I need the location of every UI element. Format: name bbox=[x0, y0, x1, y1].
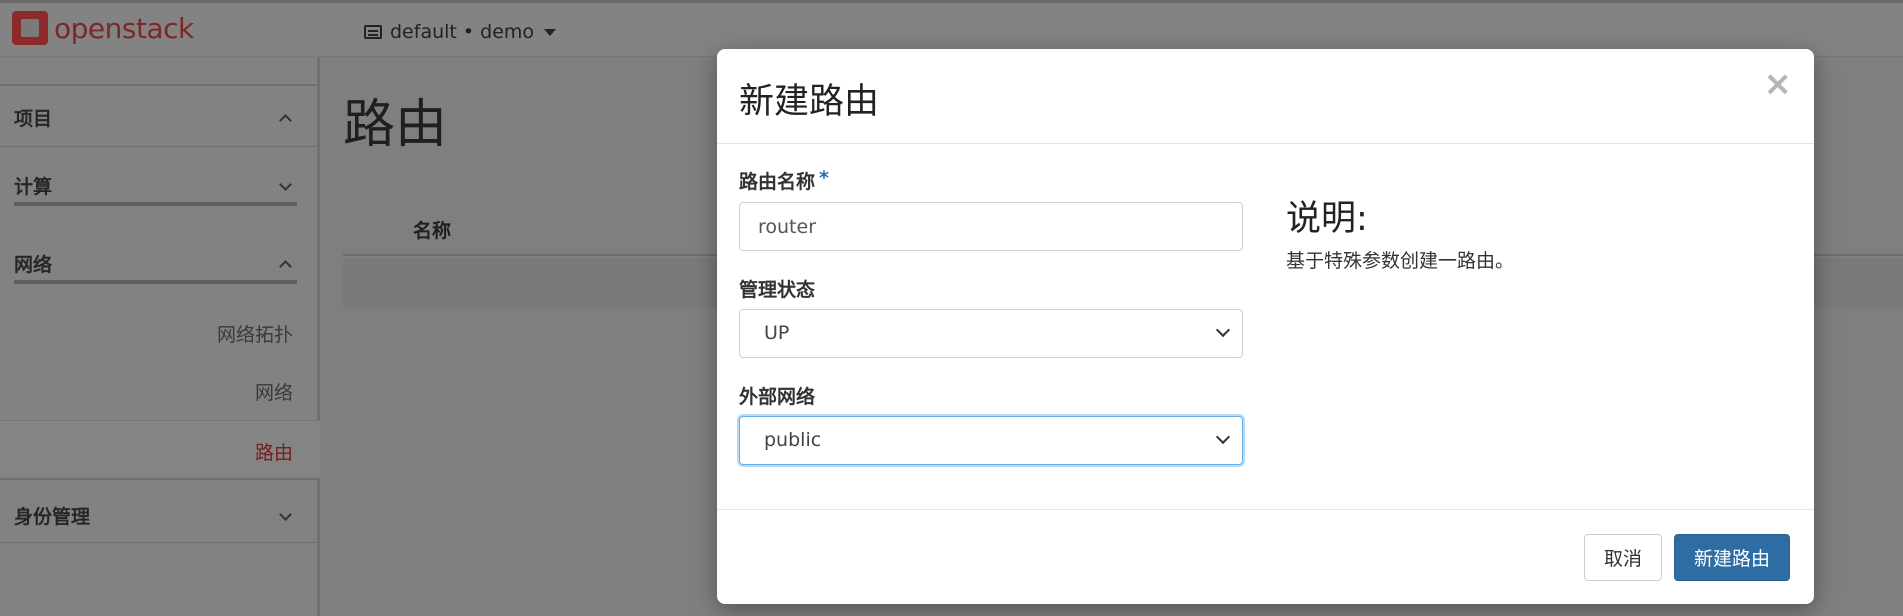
sidebar-section-underline bbox=[14, 280, 297, 284]
router-name-input[interactable] bbox=[739, 202, 1243, 251]
sidebar: 项目 计算 网络 网络拓扑 网络 路由 身份管理 bbox=[0, 58, 320, 616]
cancel-button[interactable]: 取消 bbox=[1584, 534, 1662, 581]
admin-state-select[interactable]: UP bbox=[739, 309, 1243, 358]
router-name-label: 路由名称 * bbox=[739, 167, 829, 194]
chevron-up-icon bbox=[279, 260, 292, 273]
external-network-select[interactable]: public bbox=[739, 416, 1243, 465]
sidebar-section-project[interactable]: 项目 bbox=[0, 86, 320, 146]
sidebar-divider bbox=[0, 542, 320, 543]
chevron-down-icon bbox=[279, 178, 292, 191]
sidebar-section-label: 身份管理 bbox=[14, 506, 91, 528]
router-name-label-text: 路由名称 bbox=[739, 171, 816, 193]
modal-header: 新建路由 × bbox=[717, 49, 1814, 144]
sidebar-section-label: 网络 bbox=[14, 254, 53, 276]
sidebar-section-underline bbox=[14, 202, 297, 206]
create-router-button[interactable]: 新建路由 bbox=[1674, 534, 1790, 581]
chevron-down-icon bbox=[1215, 322, 1231, 338]
project-switcher-label: default • demo bbox=[390, 21, 535, 43]
sidebar-section-label: 项目 bbox=[14, 108, 53, 130]
sidebar-section-network[interactable]: 网络 bbox=[0, 232, 320, 292]
chevron-down-icon bbox=[279, 508, 292, 521]
sidebar-item-routers[interactable]: 路由 bbox=[255, 438, 293, 465]
openstack-logo-icon bbox=[12, 11, 48, 45]
admin-state-value: UP bbox=[764, 322, 790, 344]
caret-down-icon bbox=[544, 28, 557, 36]
close-icon[interactable]: × bbox=[1764, 67, 1793, 101]
required-marker: * bbox=[819, 167, 829, 189]
openstack-logo[interactable]: openstack bbox=[12, 11, 194, 45]
sidebar-item-networks[interactable]: 网络 bbox=[255, 378, 293, 405]
project-switcher[interactable]: default • demo bbox=[364, 21, 557, 43]
sidebar-section-identity[interactable]: 身份管理 bbox=[0, 484, 320, 544]
column-header-name[interactable]: 名称 bbox=[413, 216, 451, 243]
external-network-value: public bbox=[764, 429, 822, 451]
page-title: 路由 bbox=[343, 95, 448, 155]
sidebar-section-label: 计算 bbox=[14, 176, 53, 198]
sidebar-section-compute[interactable]: 计算 bbox=[0, 154, 320, 214]
chevron-down-icon bbox=[1215, 429, 1231, 445]
modal-footer: 取消 新建路由 bbox=[717, 509, 1814, 604]
create-router-modal: 新建路由 × 路由名称* 管理状态 UP 外部网络 public 说明: 基于特… bbox=[717, 49, 1814, 604]
sidebar-divider bbox=[0, 146, 320, 147]
project-list-icon bbox=[364, 25, 382, 39]
help-text: 基于特殊参数创建一路由。 bbox=[1286, 250, 1515, 272]
modal-title: 新建路由 bbox=[739, 82, 880, 122]
admin-state-label: 管理状态 bbox=[739, 279, 816, 301]
logo-text: openstack bbox=[54, 11, 194, 45]
sidebar-item-network-topology[interactable]: 网络拓扑 bbox=[217, 320, 293, 347]
chevron-up-icon bbox=[279, 114, 292, 127]
external-network-label: 外部网络 bbox=[739, 386, 816, 408]
help-title: 说明: bbox=[1286, 199, 1368, 239]
